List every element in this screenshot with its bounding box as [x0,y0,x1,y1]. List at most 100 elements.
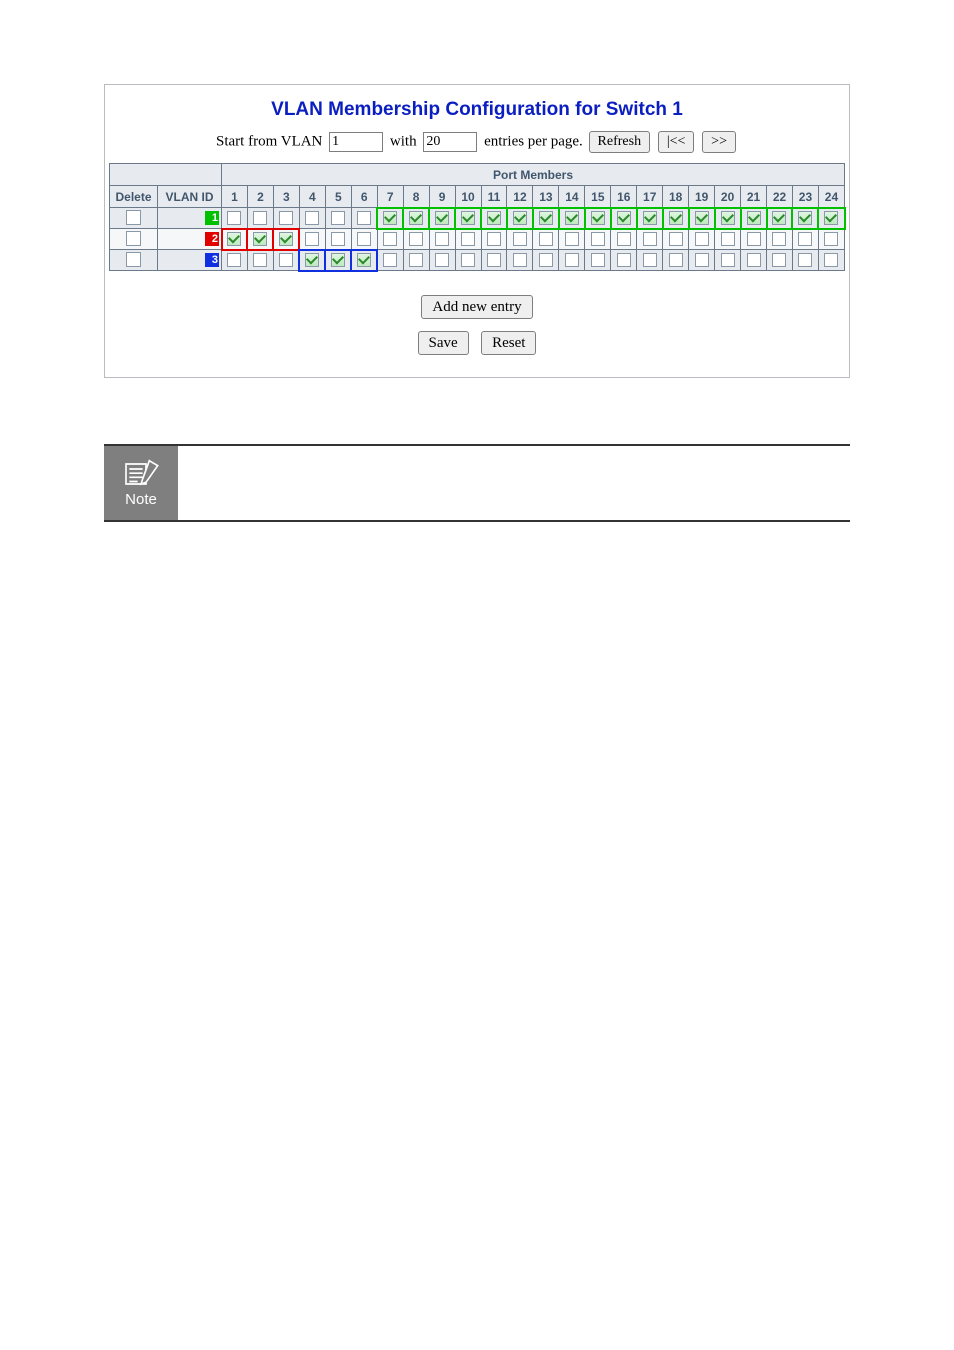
port-cell [533,208,559,229]
member-checkbox[interactable] [513,211,527,225]
port-cell [273,250,299,271]
member-checkbox[interactable] [357,211,371,225]
member-checkbox[interactable] [305,211,319,225]
reset-button[interactable]: Reset [481,331,536,355]
port-cell [792,250,818,271]
page-first-button[interactable]: |<< [658,131,695,153]
member-checkbox[interactable] [227,232,241,246]
port-cell [455,229,481,250]
member-checkbox[interactable] [435,211,449,225]
member-checkbox[interactable] [227,253,241,267]
entries-per-page-input[interactable] [423,132,477,152]
port-header-18: 18 [663,186,689,208]
port-cell [585,229,611,250]
member-checkbox[interactable] [279,253,293,267]
member-checkbox[interactable] [565,232,579,246]
member-checkbox[interactable] [643,211,657,225]
member-checkbox[interactable] [253,211,267,225]
delete-checkbox[interactable] [126,231,141,246]
member-checkbox[interactable] [721,253,735,267]
page-next-button[interactable]: >> [702,131,736,153]
member-checkbox[interactable] [435,232,449,246]
member-checkbox[interactable] [798,211,812,225]
member-checkbox[interactable] [331,232,345,246]
member-checkbox[interactable] [772,232,786,246]
member-checkbox[interactable] [539,253,553,267]
member-checkbox[interactable] [357,232,371,246]
delete-checkbox[interactable] [126,252,141,267]
member-checkbox[interactable] [565,253,579,267]
member-checkbox[interactable] [798,253,812,267]
member-checkbox[interactable] [383,232,397,246]
table-row: 1 [110,208,845,229]
member-checkbox[interactable] [591,232,605,246]
port-cell [507,229,533,250]
member-checkbox[interactable] [565,211,579,225]
member-checkbox[interactable] [772,253,786,267]
member-checkbox[interactable] [409,253,423,267]
member-checkbox[interactable] [279,232,293,246]
save-button[interactable]: Save [418,331,469,355]
member-checkbox[interactable] [305,253,319,267]
member-checkbox[interactable] [669,253,683,267]
start-vlan-input[interactable] [329,132,383,152]
port-cell [455,208,481,229]
member-checkbox[interactable] [331,211,345,225]
member-checkbox[interactable] [591,211,605,225]
member-checkbox[interactable] [643,232,657,246]
member-checkbox[interactable] [669,211,683,225]
member-checkbox[interactable] [513,232,527,246]
member-checkbox[interactable] [798,232,812,246]
vlan-id-cell: 1 [158,208,222,229]
member-checkbox[interactable] [747,232,761,246]
port-cell [247,208,273,229]
member-checkbox[interactable] [772,211,786,225]
member-checkbox[interactable] [487,232,501,246]
member-checkbox[interactable] [539,232,553,246]
member-checkbox[interactable] [617,253,631,267]
member-checkbox[interactable] [824,211,838,225]
member-checkbox[interactable] [695,211,709,225]
member-checkbox[interactable] [253,253,267,267]
member-checkbox[interactable] [747,253,761,267]
member-checkbox[interactable] [487,211,501,225]
member-checkbox[interactable] [539,211,553,225]
member-checkbox[interactable] [513,253,527,267]
member-checkbox[interactable] [721,232,735,246]
refresh-button[interactable]: Refresh [589,131,651,153]
member-checkbox[interactable] [461,211,475,225]
member-checkbox[interactable] [409,211,423,225]
member-checkbox[interactable] [591,253,605,267]
member-checkbox[interactable] [305,232,319,246]
member-checkbox[interactable] [617,211,631,225]
member-checkbox[interactable] [669,232,683,246]
port-members-header: Port Members [222,164,845,186]
member-checkbox[interactable] [721,211,735,225]
add-entry-button[interactable]: Add new entry [421,295,532,319]
port-cell [689,229,715,250]
member-checkbox[interactable] [227,211,241,225]
member-checkbox[interactable] [643,253,657,267]
member-checkbox[interactable] [461,232,475,246]
member-checkbox[interactable] [487,253,501,267]
port-cell [767,250,793,271]
member-checkbox[interactable] [695,232,709,246]
member-checkbox[interactable] [357,253,371,267]
delete-checkbox[interactable] [126,210,141,225]
member-checkbox[interactable] [617,232,631,246]
member-checkbox[interactable] [253,232,267,246]
vlan-id-header: VLAN ID [158,186,222,208]
port-header-24: 24 [818,186,844,208]
member-checkbox[interactable] [824,232,838,246]
member-checkbox[interactable] [331,253,345,267]
member-checkbox[interactable] [383,211,397,225]
member-checkbox[interactable] [279,211,293,225]
member-checkbox[interactable] [383,253,397,267]
member-checkbox[interactable] [747,211,761,225]
member-checkbox[interactable] [435,253,449,267]
member-checkbox[interactable] [695,253,709,267]
with-label: with [390,133,417,149]
member-checkbox[interactable] [409,232,423,246]
member-checkbox[interactable] [824,253,838,267]
member-checkbox[interactable] [461,253,475,267]
